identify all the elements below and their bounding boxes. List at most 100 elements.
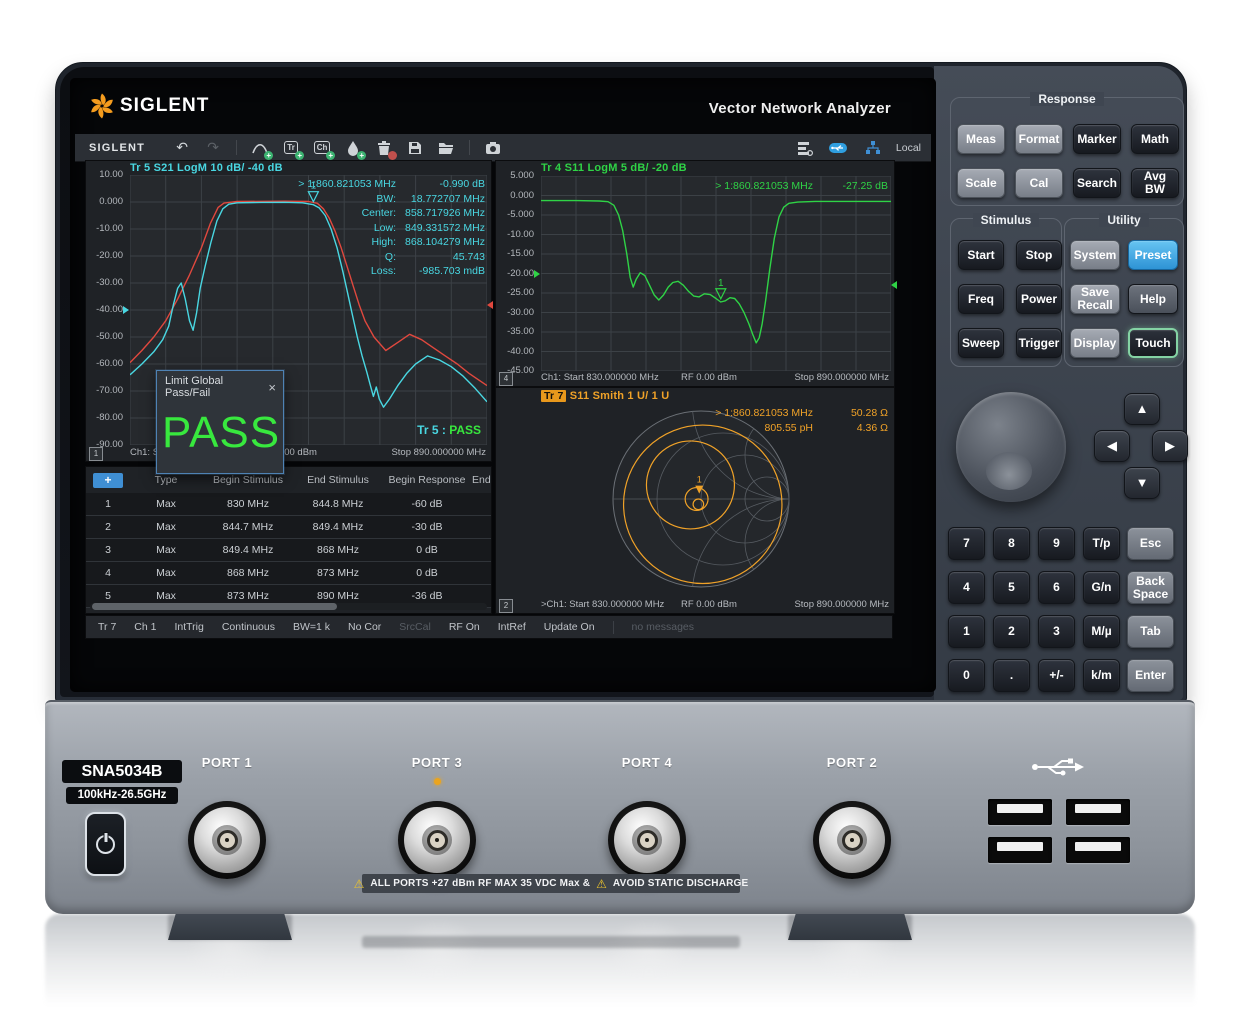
add-limit-row-button[interactable]: + xyxy=(93,473,123,488)
graph2-header[interactable]: Tr 4 S11 LogM 5 dB/ -20 dB xyxy=(541,162,687,174)
utility-key-system[interactable]: System xyxy=(1070,240,1120,270)
channel-add-icon[interactable]: Ch+ xyxy=(311,138,333,158)
redo-icon[interactable]: ↷ xyxy=(202,138,224,158)
response-key-search[interactable]: Search xyxy=(1073,168,1121,198)
numpad-key-6[interactable]: 6 xyxy=(1038,571,1075,604)
side-key-esc[interactable]: Esc xyxy=(1127,527,1174,560)
numpad-key-1[interactable]: 1 xyxy=(948,615,985,648)
limit-table-panel[interactable]: + Type Begin Stimulus End Stimulus Begin… xyxy=(85,466,492,614)
arrow-right-key[interactable]: ▶ xyxy=(1152,430,1188,462)
numpad-key-5[interactable]: 5 xyxy=(993,571,1030,604)
numpad-key-0[interactable]: 0 xyxy=(948,659,985,692)
graph2-plot[interactable]: 1 xyxy=(541,176,891,371)
response-key-meas[interactable]: Meas xyxy=(957,124,1005,154)
side-key-tab[interactable]: Tab xyxy=(1127,615,1174,648)
stimulus-key-stop[interactable]: Stop xyxy=(1016,240,1062,270)
numpad-key-3[interactable]: 3 xyxy=(1038,615,1075,648)
numpad-key-k/m[interactable]: k/m xyxy=(1083,659,1120,692)
stimulus-key-power[interactable]: Power xyxy=(1016,284,1062,314)
usb-port[interactable] xyxy=(988,837,1052,863)
usb-port[interactable] xyxy=(1066,837,1130,863)
utility-key-display[interactable]: Display xyxy=(1070,328,1120,358)
delete-icon[interactable] xyxy=(373,138,395,158)
limit-pass-fail-dialog[interactable]: Limit Global Pass/Fail × PASS xyxy=(156,370,284,474)
stimulus-key-trigger[interactable]: Trigger xyxy=(1016,328,1062,358)
numpad-key-2[interactable]: 2 xyxy=(993,615,1030,648)
usb-port[interactable] xyxy=(1066,799,1130,825)
numpad-key-9[interactable]: 9 xyxy=(1038,527,1075,560)
rf-connector[interactable] xyxy=(813,801,891,879)
trace-add-icon[interactable]: Tr+ xyxy=(280,138,302,158)
numpad-key-7[interactable]: 7 xyxy=(948,527,985,560)
limit-table-row[interactable]: 3Max849.4 MHz868 MHz0 dB xyxy=(86,539,491,562)
arrow-down-key[interactable]: ▼ xyxy=(1124,467,1160,499)
power-button[interactable] xyxy=(85,812,126,876)
status-item-rf-on[interactable]: RF On xyxy=(449,621,480,633)
response-key-math[interactable]: Math xyxy=(1131,124,1179,154)
utility-key-help[interactable]: Help xyxy=(1128,284,1178,314)
lan-icon[interactable] xyxy=(862,138,884,158)
arrow-left-key[interactable]: ◀ xyxy=(1094,430,1130,462)
display-screen[interactable]: SIGLENT Vector Network Analyzer SIGLENT … xyxy=(70,78,936,692)
rotary-knob[interactable] xyxy=(956,392,1066,502)
utility-key-touch[interactable]: Touch xyxy=(1128,328,1178,358)
response-key-scale[interactable]: Scale xyxy=(957,168,1005,198)
undo-icon[interactable]: ↶ xyxy=(171,138,193,158)
smith-chart-panel[interactable]: Tr 7 S11 Smith 1 U/ 1 U 1 > 1:860.821053… xyxy=(495,387,895,614)
rf-connector[interactable] xyxy=(398,801,476,879)
status-item-tr-7[interactable]: Tr 7 xyxy=(98,621,116,633)
response-key-avg-bw[interactable]: Avg BW xyxy=(1131,168,1179,198)
usb-port[interactable] xyxy=(988,799,1052,825)
numpad-key-.[interactable]: . xyxy=(993,659,1030,692)
stimulus-key-start[interactable]: Start xyxy=(958,240,1004,270)
stimulus-key-freq[interactable]: Freq xyxy=(958,284,1004,314)
status-item-srccal[interactable]: SrcCal xyxy=(399,621,431,633)
numpad-key-m/µ[interactable]: M/µ xyxy=(1083,615,1120,648)
status-item-ch-1[interactable]: Ch 1 xyxy=(134,621,156,633)
utility-key-save-recall[interactable]: Save Recall xyxy=(1070,284,1120,314)
side-key-back-space[interactable]: Back Space xyxy=(1127,571,1174,604)
response-key-cal[interactable]: Cal xyxy=(1015,168,1063,198)
rf-connector[interactable] xyxy=(608,801,686,879)
active-trace-badge[interactable]: Tr 7 xyxy=(541,390,566,402)
usb-icon[interactable] xyxy=(828,138,850,158)
limit-table-row[interactable]: 4Max868 MHz873 MHz0 dB xyxy=(86,562,491,585)
close-icon[interactable]: × xyxy=(268,382,276,393)
numpad-key-8[interactable]: 8 xyxy=(993,527,1030,560)
status-item-continuous[interactable]: Continuous xyxy=(222,621,275,633)
status-item-inttrig[interactable]: IntTrig xyxy=(174,621,203,633)
graph2-s11-panel[interactable]: Tr 4 S11 LogM 5 dB/ -20 dB 5.0000.000-5.… xyxy=(495,160,895,387)
open-icon[interactable] xyxy=(435,138,457,158)
numpad-key-4[interactable]: 4 xyxy=(948,571,985,604)
status-item-no-messages[interactable]: no messages xyxy=(632,621,694,633)
limit-table-row[interactable]: 2Max844.7 MHz849.4 MHz-30 dB xyxy=(86,516,491,539)
limit-add-icon[interactable]: + xyxy=(249,138,271,158)
side-key-enter[interactable]: Enter xyxy=(1127,659,1174,692)
limit-table-row[interactable]: 1Max830 MHz844.8 MHz-60 dB xyxy=(86,493,491,516)
marker-add-icon[interactable]: + xyxy=(342,138,364,158)
status-item-update-on[interactable]: Update On xyxy=(544,621,595,633)
toolbar-brand: SIGLENT xyxy=(89,142,145,154)
response-key-marker[interactable]: Marker xyxy=(1073,124,1121,154)
stimulus-key-sweep[interactable]: Sweep xyxy=(958,328,1004,358)
screenshot-icon[interactable] xyxy=(482,138,504,158)
numpad-key-t/p[interactable]: T/p xyxy=(1083,527,1120,560)
status-item-intref[interactable]: IntRef xyxy=(498,621,526,633)
numpad-key-+/-[interactable]: +/- xyxy=(1038,659,1075,692)
numpad-key-g/n[interactable]: G/n xyxy=(1083,571,1120,604)
layout-icon[interactable] xyxy=(794,138,816,158)
graph1-s21-panel[interactable]: Tr 5 S21 LogM 10 dB/ -40 dB 10.000.000-1… xyxy=(85,160,492,462)
utility-group-label: Utility xyxy=(1099,213,1148,227)
response-key-format[interactable]: Format xyxy=(1015,124,1063,154)
status-item-bw-1-k[interactable]: BW=1 k xyxy=(293,621,330,633)
table-scrollbar-thumb[interactable] xyxy=(92,603,337,610)
graph1-header[interactable]: Tr 5 S21 LogM 10 dB/ -40 dB xyxy=(130,162,283,174)
smith-header[interactable]: Tr 7 S11 Smith 1 U/ 1 U xyxy=(541,390,669,402)
local-remote-label[interactable]: Local xyxy=(896,142,921,154)
status-item-no-cor[interactable]: No Cor xyxy=(348,621,381,633)
arrow-up-key[interactable]: ▲ xyxy=(1124,393,1160,425)
axis-tick-label: -25.00 xyxy=(507,287,537,299)
save-icon[interactable] xyxy=(404,138,426,158)
rf-connector[interactable] xyxy=(188,801,266,879)
utility-key-preset[interactable]: Preset xyxy=(1128,240,1178,270)
